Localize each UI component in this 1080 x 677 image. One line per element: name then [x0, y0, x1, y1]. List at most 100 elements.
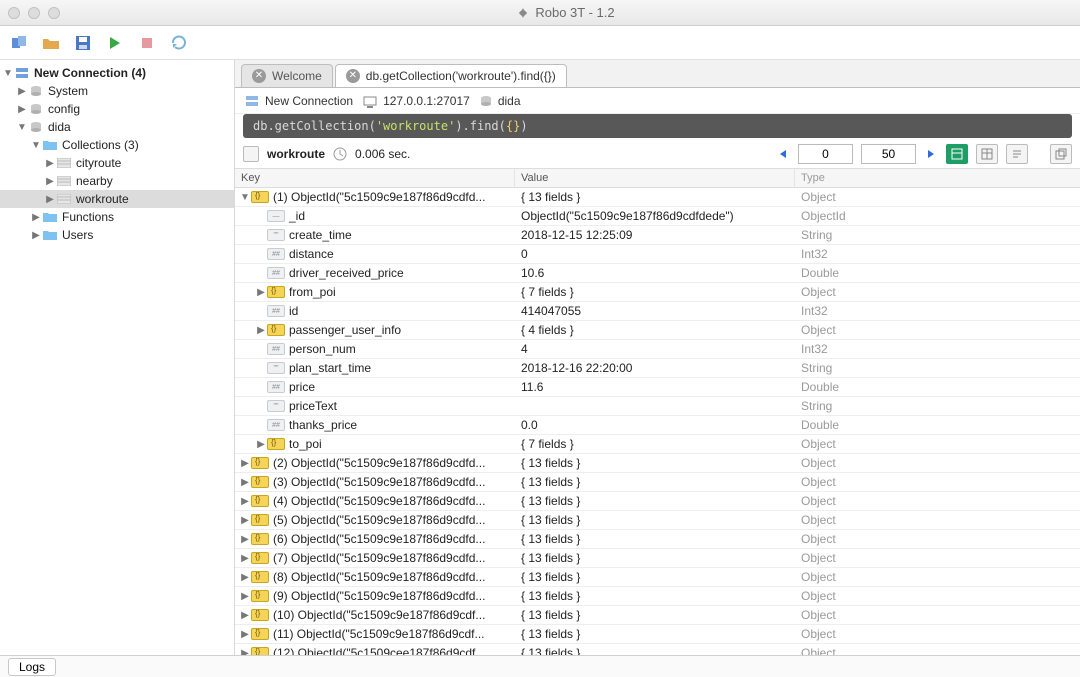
grid-row[interactable]: ▼(1) ObjectId("5c1509c9e187f86d9cdfd...{… — [235, 188, 1080, 207]
grid-row[interactable]: ##distance0Int32 — [235, 245, 1080, 264]
tab-welcome[interactable]: ✕ Welcome — [241, 64, 333, 87]
cell-type: Object — [795, 624, 1080, 644]
minimize-window-icon[interactable] — [28, 7, 40, 19]
expand-toggle-icon[interactable]: ▶ — [239, 572, 251, 583]
tree-collections-folder[interactable]: ▼ Collections (3) — [0, 136, 234, 154]
grid-row[interactable]: —_idObjectId("5c1509c9e187f86d9cdfdede")… — [235, 207, 1080, 226]
cell-type: Double — [795, 415, 1080, 435]
database-icon — [28, 84, 44, 98]
grid-row[interactable]: ""create_time2018-12-15 12:25:09String — [235, 226, 1080, 245]
cell-value: 2018-12-15 12:25:09 — [515, 228, 795, 242]
expand-toggle-icon[interactable]: ▼ — [239, 192, 251, 203]
tree-view-button[interactable] — [946, 144, 968, 164]
header-key[interactable]: Key — [235, 169, 515, 187]
grid-row[interactable]: ""priceTextString — [235, 397, 1080, 416]
crumb-connection[interactable]: New Connection — [245, 94, 353, 108]
expand-toggle-icon[interactable]: ▶ — [239, 496, 251, 507]
skip-input[interactable] — [798, 144, 853, 164]
grid-row[interactable]: ▶(7) ObjectId("5c1509c9e187f86d9cdfd...{… — [235, 549, 1080, 568]
window-title: Robo 3T - 1.2 — [535, 5, 614, 20]
grid-row[interactable]: ▶(8) ObjectId("5c1509c9e187f86d9cdfd...{… — [235, 568, 1080, 587]
expand-toggle-icon[interactable]: ▶ — [239, 629, 251, 640]
grid-row[interactable]: ▶(5) ObjectId("5c1509c9e187f86d9cdfd...{… — [235, 511, 1080, 530]
close-icon[interactable]: ✕ — [346, 69, 360, 83]
tree-db-system[interactable]: ▶ System — [0, 82, 234, 100]
expand-toggle-icon[interactable]: ▶ — [255, 287, 267, 298]
close-window-icon[interactable] — [8, 7, 20, 19]
cell-value: 10.6 — [515, 266, 795, 280]
popout-view-button[interactable] — [1050, 144, 1072, 164]
grid-row[interactable]: ▶from_poi{ 7 fields }Object — [235, 283, 1080, 302]
grid-row[interactable]: ▶(9) ObjectId("5c1509c9e187f86d9cdfd...{… — [235, 587, 1080, 606]
cell-key: _id — [289, 209, 305, 223]
cell-key: person_num — [289, 342, 356, 356]
expand-toggle-icon[interactable]: ▶ — [239, 458, 251, 469]
page-next-button[interactable] — [924, 147, 938, 161]
stop-icon[interactable] — [138, 34, 156, 52]
grid-row[interactable]: ##price11.6Double — [235, 378, 1080, 397]
tree-collection-cityroute[interactable]: ▶ cityroute — [0, 154, 234, 172]
expand-toggle-icon[interactable]: ▶ — [239, 515, 251, 526]
refresh-icon[interactable] — [170, 34, 188, 52]
expand-toggle-icon[interactable]: ▶ — [239, 591, 251, 602]
expand-toggle-icon[interactable]: ▶ — [239, 534, 251, 545]
query-editor[interactable]: db.getCollection('workroute').find({}) — [243, 114, 1072, 138]
cell-value: 0 — [515, 247, 795, 261]
grid-row[interactable]: ▶passenger_user_info{ 4 fields }Object — [235, 321, 1080, 340]
grid-row[interactable]: ▶(4) ObjectId("5c1509c9e187f86d9cdfd...{… — [235, 492, 1080, 511]
grid-row[interactable]: ▶(10) ObjectId("5c1509c9e187f86d9cdf...{… — [235, 606, 1080, 625]
crumb-db[interactable]: dida — [480, 94, 521, 108]
tree-functions-folder[interactable]: ▶ Functions — [0, 208, 234, 226]
expand-toggle-icon[interactable]: ▶ — [255, 325, 267, 336]
grid-row[interactable]: ▶(12) ObjectId("5c1509cee187f86d9cdf...{… — [235, 644, 1080, 655]
save-icon[interactable] — [74, 34, 92, 52]
cell-value: { 13 fields } — [515, 494, 795, 508]
close-icon[interactable]: ✕ — [252, 69, 266, 83]
grid-row[interactable]: ▶(2) ObjectId("5c1509c9e187f86d9cdfd...{… — [235, 454, 1080, 473]
limit-input[interactable] — [861, 144, 916, 164]
tree-label: nearby — [76, 174, 113, 188]
result-grid[interactable]: Key Value Type ▼(1) ObjectId("5c1509c9e1… — [235, 168, 1080, 655]
expand-toggle-icon[interactable]: ▶ — [255, 439, 267, 450]
tree-collection-workroute[interactable]: ▶ workroute — [0, 190, 234, 208]
table-view-button[interactable] — [976, 144, 998, 164]
cell-key: to_poi — [289, 437, 322, 451]
result-time-label: 0.006 sec. — [355, 147, 410, 161]
grid-row[interactable]: ##driver_received_price10.6Double — [235, 264, 1080, 283]
cell-type: Object — [795, 567, 1080, 587]
expand-toggle-icon[interactable]: ▶ — [239, 477, 251, 488]
expand-toggle-icon[interactable]: ▶ — [239, 648, 251, 656]
connect-icon[interactable] — [10, 34, 28, 52]
cell-value: 4 — [515, 342, 795, 356]
grid-row[interactable]: ""plan_start_time2018-12-16 22:20:00Stri… — [235, 359, 1080, 378]
text-view-button[interactable] — [1006, 144, 1028, 164]
window-controls — [8, 7, 60, 19]
expand-toggle-icon[interactable]: ▶ — [239, 553, 251, 564]
grid-row[interactable]: ▶(3) ObjectId("5c1509c9e187f86d9cdfd...{… — [235, 473, 1080, 492]
grid-row[interactable]: ##id414047055Int32 — [235, 302, 1080, 321]
expand-toggle-icon[interactable]: ▶ — [239, 610, 251, 621]
zoom-window-icon[interactable] — [48, 7, 60, 19]
page-prev-button[interactable] — [776, 147, 790, 161]
grid-row[interactable]: ▶(11) ObjectId("5c1509c9e187f86d9cdf...{… — [235, 625, 1080, 644]
object-icon — [251, 552, 269, 564]
play-icon[interactable] — [106, 34, 124, 52]
object-icon — [251, 191, 269, 203]
tree-users-folder[interactable]: ▶ Users — [0, 226, 234, 244]
tree-collection-nearby[interactable]: ▶ nearby — [0, 172, 234, 190]
tree-connection-root[interactable]: ▼ New Connection (4) — [0, 64, 234, 82]
tree-db-dida[interactable]: ▼ dida — [0, 118, 234, 136]
crumb-host[interactable]: 127.0.0.1:27017 — [363, 94, 470, 108]
grid-row[interactable]: ##thanks_price0.0Double — [235, 416, 1080, 435]
open-folder-icon[interactable] — [42, 34, 60, 52]
logs-button[interactable]: Logs — [8, 658, 56, 676]
header-value[interactable]: Value — [515, 169, 795, 187]
header-type[interactable]: Type — [795, 169, 1080, 187]
grid-row[interactable]: ▶to_poi{ 7 fields }Object — [235, 435, 1080, 454]
database-icon — [480, 95, 492, 107]
grid-row[interactable]: ▶(6) ObjectId("5c1509c9e187f86d9cdfd...{… — [235, 530, 1080, 549]
tree-db-config[interactable]: ▶ config — [0, 100, 234, 118]
grid-row[interactable]: ##person_num4Int32 — [235, 340, 1080, 359]
tab-query[interactable]: ✕ db.getCollection('workroute').find({}) — [335, 64, 567, 87]
object-icon — [251, 533, 269, 545]
